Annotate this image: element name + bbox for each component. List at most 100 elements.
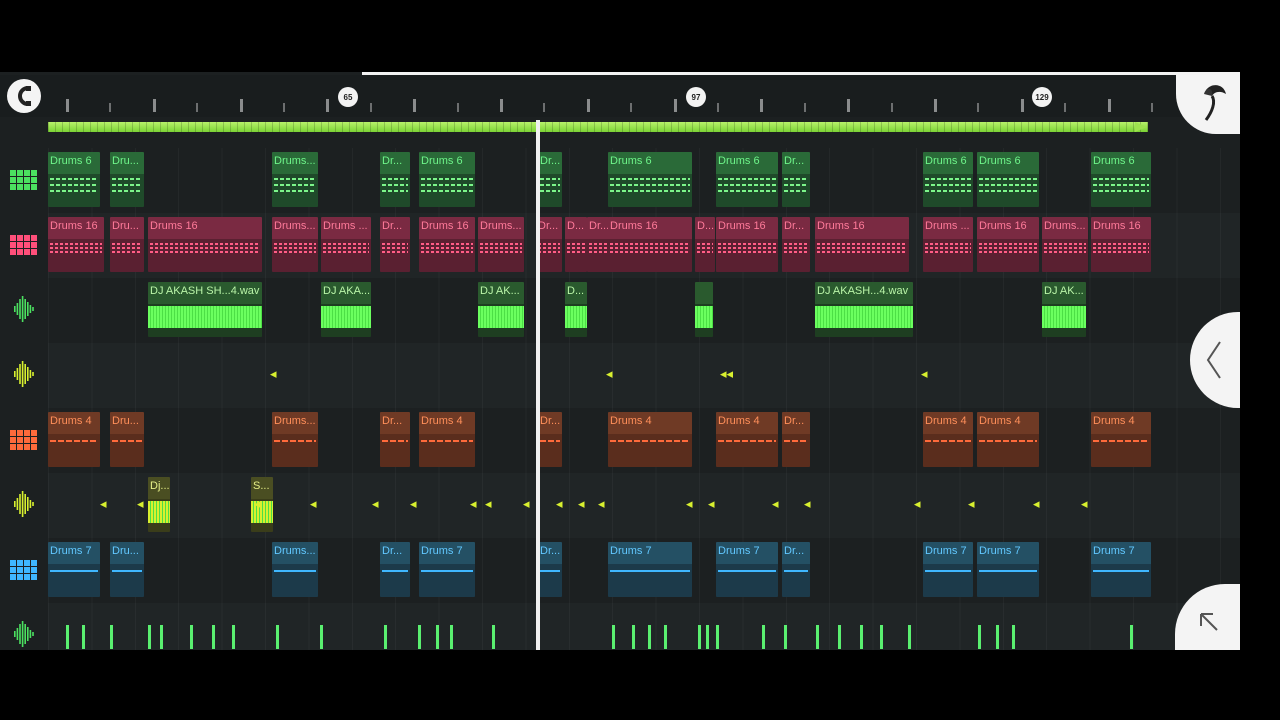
drum-hit-marker[interactable] [436,625,439,649]
drum-hit-marker[interactable] [232,625,235,649]
pattern-clip[interactable]: Drums 6 [716,152,778,207]
pattern-clip[interactable]: Drums... [272,542,318,597]
drum-hit-marker[interactable] [1012,625,1015,649]
lane-grid[interactable] [48,603,1240,650]
sample-marker[interactable]: ◂ [410,497,417,510]
drum-hit-marker[interactable] [816,625,819,649]
pattern-clip[interactable]: Drums... [272,412,318,467]
drum-hit-marker[interactable] [860,625,863,649]
drum-hit-marker[interactable] [1130,625,1133,649]
drum-hit-marker[interactable] [110,625,113,649]
yellow-waveform-icon[interactable] [10,491,38,517]
pattern-clip[interactable]: Dr... [587,217,609,272]
drum-hit-marker[interactable] [698,625,701,649]
pattern-clip[interactable]: Dr... [782,542,810,597]
green-waveform-icon[interactable] [10,296,38,322]
drum-hit-marker[interactable] [664,625,667,649]
pattern-clip[interactable]: Drums ... [923,217,973,272]
drum-hit-marker[interactable] [996,625,999,649]
drum-hit-marker[interactable] [978,625,981,649]
sample-marker[interactable]: ◂ [270,367,277,380]
pattern-clip[interactable]: Drums 16 [977,217,1039,272]
sample-marker[interactable]: ◂ [1033,497,1040,510]
fullscreen-button[interactable] [1175,584,1240,650]
drum-hit-marker[interactable] [706,625,709,649]
audio-clip[interactable]: DJ AK... [1042,282,1086,337]
playlist-overview-strip[interactable] [48,122,1148,132]
pattern-clip[interactable]: Drums... [478,217,524,272]
audio-clip[interactable] [695,282,713,337]
scroll-position-bar[interactable] [362,72,1192,75]
pattern-clip[interactable]: Drums 6 [608,152,692,207]
track-lane-7[interactable]: Drums 7 Dru... Drums... Dr... Drums 7 Dr... Dr… [0,538,1240,603]
pattern-clip[interactable]: Dru... [110,412,144,467]
audio-clip[interactable]: DJ AKASH SH...4.wav [148,282,262,337]
drum-hit-marker[interactable] [880,625,883,649]
audio-clip[interactable]: DJ AK... [478,282,524,337]
timeline-ruler[interactable]: 65 97 129 [0,75,1240,117]
pattern-clip[interactable]: Drums 16 [815,217,909,272]
pattern-clip[interactable]: Drums 4 [923,412,973,467]
track-lane-4[interactable]: ◂ ◂ ◂◂ ◂ [0,343,1240,408]
drum-hit-marker[interactable] [148,625,151,649]
pattern-clip[interactable]: Drums 4 [48,412,100,467]
collapse-panel-button[interactable] [1190,312,1240,408]
pattern-clip[interactable]: Drums 4 [608,412,692,467]
fl-logo-button[interactable] [1176,72,1240,134]
pink-step-sequencer-icon[interactable] [10,235,38,255]
sample-marker[interactable]: ◂ [310,497,317,510]
pattern-clip[interactable]: Drums 7 [608,542,692,597]
sample-marker[interactable]: ◂ [578,497,585,510]
sample-marker[interactable]: ◂◂ [720,367,733,380]
drum-hit-marker[interactable] [450,625,453,649]
track-lane-5[interactable]: Drums 4 Dru... Drums... Dr... Drums 4 Dr... Dr… [0,408,1240,473]
track-lane-3[interactable]: DJ AKASH SH...4.wav DJ AKA... DJ AK... D...… [0,278,1240,343]
sample-marker[interactable]: ◂ [1081,497,1088,510]
pattern-clip[interactable]: Dru... [110,542,144,597]
yellow-waveform-icon[interactable] [10,361,38,387]
sample-marker[interactable]: ◂ [921,367,928,380]
pattern-clip[interactable]: D... [695,217,715,272]
drum-hit-marker[interactable] [762,625,765,649]
audio-clip[interactable]: DJ AKA... [321,282,371,337]
pattern-clip[interactable]: Drums 16 [608,217,692,272]
lane-grid[interactable] [48,343,1240,408]
pattern-clip[interactable]: Drums 7 [977,542,1039,597]
pattern-clip[interactable]: Drums 7 [923,542,973,597]
pattern-clip[interactable]: Drums 7 [1091,542,1151,597]
playhead[interactable] [536,120,540,650]
pattern-clip[interactable]: Drums 4 [1091,412,1151,467]
pattern-clip[interactable]: Drums 4 [716,412,778,467]
sample-marker[interactable]: ◂ [804,497,811,510]
drum-hit-marker[interactable] [212,625,215,649]
sample-marker[interactable]: ◂ [708,497,715,510]
bar-marker-129[interactable]: 129 [1032,87,1052,107]
drum-hit-marker[interactable] [418,625,421,649]
orange-step-sequencer-icon[interactable] [10,430,38,450]
sample-marker[interactable]: ◂ [100,497,107,510]
pattern-clip[interactable]: Drums... [272,217,318,272]
track-lane-8[interactable] [0,603,1240,650]
pattern-clip[interactable]: Drums 16 [48,217,104,272]
pattern-clip[interactable]: Dr... [782,217,810,272]
sample-marker[interactable]: ◂ [914,497,921,510]
pattern-clip[interactable]: Drums... [1042,217,1088,272]
blue-step-sequencer-icon[interactable] [10,560,38,580]
sample-marker[interactable]: ◂ [598,497,605,510]
audio-clip[interactable]: DJ AKASH...4.wav [815,282,913,337]
lane-grid[interactable] [48,473,1240,538]
pattern-clip[interactable]: D... [565,217,587,272]
pattern-clip[interactable]: Drums 16 [716,217,778,272]
pattern-clip[interactable]: Drums 4 [419,412,475,467]
pattern-clip[interactable]: Drums 16 [1091,217,1151,272]
pattern-clip[interactable]: Dr... [538,152,562,207]
drum-hit-marker[interactable] [384,625,387,649]
pattern-clip[interactable]: Drums 6 [1091,152,1151,207]
sample-marker[interactable]: ◂ [606,367,613,380]
track-lane-1[interactable]: Drums 6 Dru... Drums... Dr... Drums 6 Dr... Dr… [0,148,1240,213]
pattern-clip[interactable]: Drums ... [321,217,371,272]
drum-hit-marker[interactable] [908,625,911,649]
pattern-clip[interactable]: Dr... [380,152,410,207]
audio-clip[interactable]: Dj... [148,477,170,532]
drum-hit-marker[interactable] [190,625,193,649]
